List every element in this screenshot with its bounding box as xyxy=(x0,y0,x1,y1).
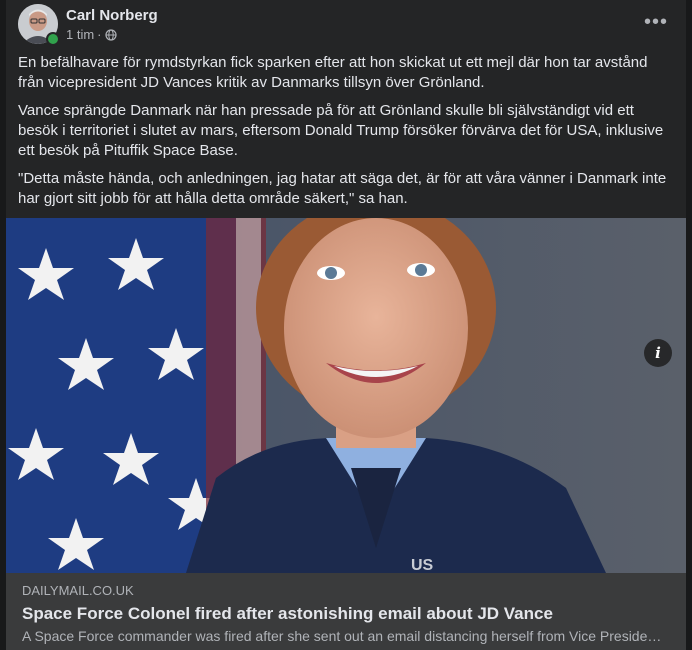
info-icon[interactable]: i xyxy=(644,339,672,367)
link-headline[interactable]: Space Force Colonel fired after astonish… xyxy=(22,604,553,624)
post-text: En befälhavare för rymdstyrkan fick spar… xyxy=(18,53,674,217)
portrait-photo: US xyxy=(6,218,686,573)
link-preview-image[interactable]: US xyxy=(6,218,686,573)
post-time[interactable]: 1 tim xyxy=(66,27,94,42)
meta-separator: · xyxy=(97,27,102,42)
post-header: Carl Norberg 1 tim · ••• xyxy=(6,0,686,50)
post-paragraph-3: "Detta måste hända, och anledningen, jag… xyxy=(18,170,667,207)
link-domain: DAILYMAIL.CO.UK xyxy=(22,583,134,598)
link-preview[interactable]: DAILYMAIL.CO.UK Space Force Colonel fire… xyxy=(6,573,686,650)
post-paragraph-2: Vance sprängde Danmark när han pressade … xyxy=(18,102,664,159)
globe-icon[interactable] xyxy=(104,28,117,41)
post-card: Carl Norberg 1 tim · ••• En befälhavare … xyxy=(6,0,686,650)
link-description: A Space Force commander was fired after … xyxy=(22,628,662,644)
online-status-dot xyxy=(46,32,60,46)
uniform-insignia: US xyxy=(411,557,434,573)
post-meta: 1 tim · xyxy=(66,27,117,42)
more-options-icon[interactable]: ••• xyxy=(642,10,670,34)
author-name[interactable]: Carl Norberg xyxy=(66,7,158,24)
post-paragraph-1: En befälhavare för rymdstyrkan fick spar… xyxy=(18,54,648,91)
